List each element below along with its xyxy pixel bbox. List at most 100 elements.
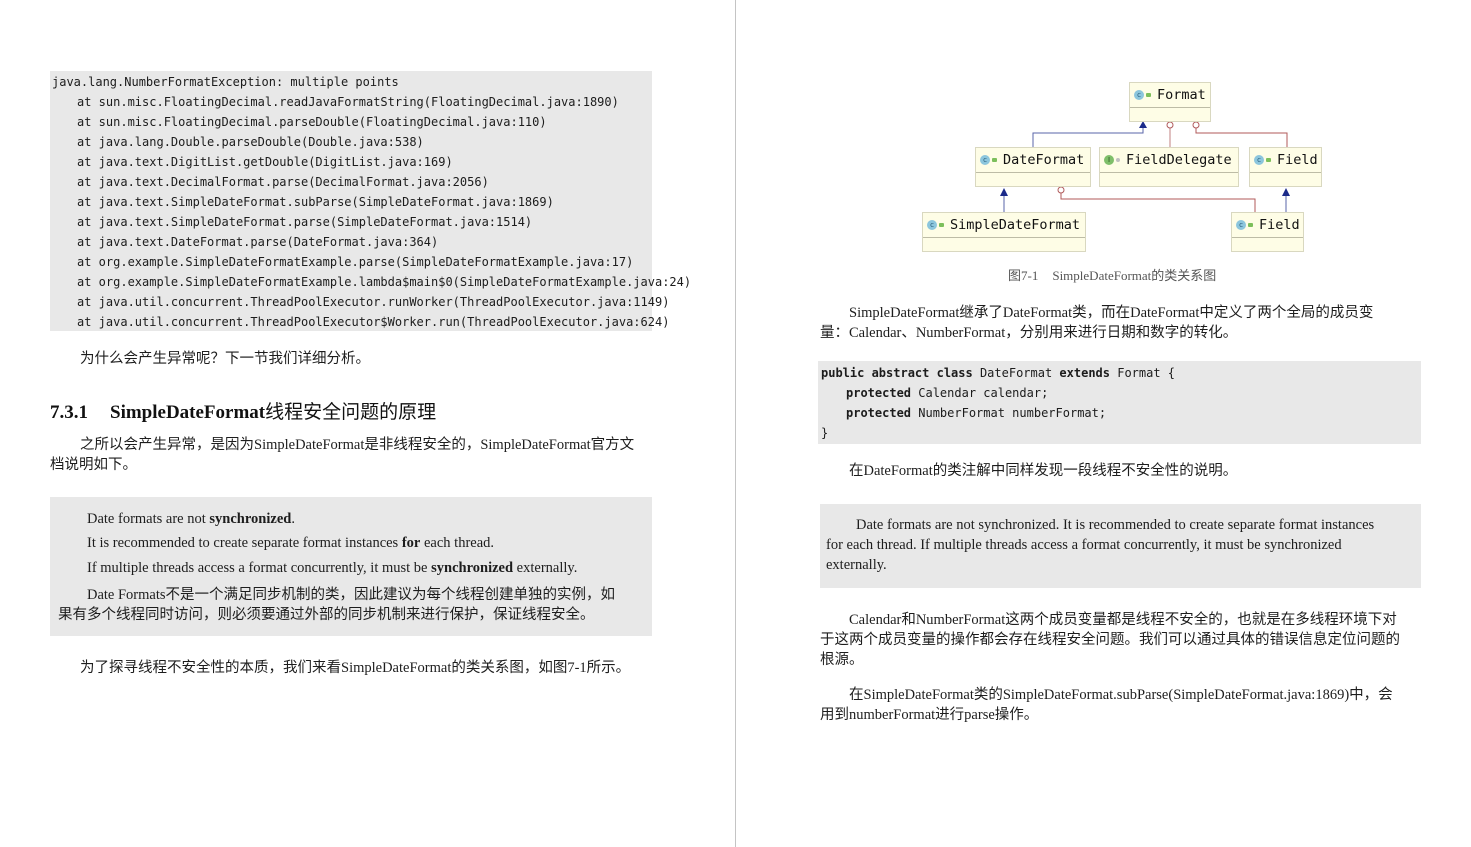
- stack-frame: at org.example.SimpleDateFormatExample.l…: [77, 275, 692, 289]
- quote-text: It is recommended to create separate for…: [87, 535, 402, 551]
- inherit-line-dateformat-format: [1032, 125, 1144, 147]
- uml-class-field-bottom: c Field: [1231, 212, 1304, 252]
- code-text: Format {: [1110, 366, 1176, 380]
- inherit-arrow-field: [1282, 188, 1290, 196]
- code-text: NumberFormat numberFormat;: [911, 406, 1107, 420]
- official-doc-quote: Date formats are not synchronized. It is…: [50, 497, 652, 636]
- dateformat-doc-quote: Date formats are not synchronized. It is…: [820, 504, 1421, 588]
- paragraph-explore: 为了探寻线程不安全性的本质，我们来看SimpleDateFormat的类关系图，…: [80, 660, 631, 676]
- stack-frame: at java.text.DateFormat.parse(DateFormat…: [77, 235, 439, 249]
- inner-line-field-top: [1195, 128, 1288, 147]
- class-name: DateFormat: [1003, 152, 1085, 168]
- quote-cn-line-2: 果有多个线程同时访问，则必须要通过外部的同步机制来进行保护，保证线程安全。: [58, 607, 595, 623]
- class-icon: c: [1236, 220, 1246, 230]
- quote-line-2: It is recommended to create separate for…: [87, 535, 494, 552]
- uml-class-simpledateformat: c SimpleDateFormat: [922, 212, 1086, 252]
- quote-line-1: Date formats are not synchronized.: [87, 511, 295, 528]
- stack-frame: at sun.misc.FloatingDecimal.parseDouble(…: [77, 115, 547, 129]
- paragraph-members-line-3: 根源。: [820, 652, 864, 668]
- dateformat-code-block: public abstract class DateFormat extends…: [818, 361, 1421, 444]
- leaf-icon: [992, 158, 997, 162]
- uml-interface-fielddelegate: I FieldDelegate: [1099, 147, 1239, 187]
- paragraph-members-line-2: 于这两个成员变量的操作都会存在线程安全问题。我们可以通过具体的错误信息定位问题的: [820, 632, 1400, 648]
- inherit-arrow-format: [1139, 121, 1147, 128]
- paragraph-annotation: 在DateFormat的类注解中同样发现一段线程不安全性的说明。: [849, 463, 1238, 479]
- code-text: DateFormat: [972, 366, 1060, 380]
- quote-bold: for: [401, 535, 421, 551]
- code-line: public abstract class DateFormat extends…: [818, 363, 1421, 383]
- quote-line-2: for each thread. If multiple threads acc…: [826, 537, 1342, 553]
- quote-line-3: If multiple threads access a format conc…: [87, 560, 577, 577]
- stack-frame: at sun.misc.FloatingDecimal.readJavaForm…: [77, 95, 619, 109]
- class-diagram: c Format c DateFormat I FieldDelegate c Fiel…: [736, 0, 1471, 290]
- stack-frame: at java.util.concurrent.ThreadPoolExecut…: [77, 295, 670, 309]
- left-page: java.lang.NumberFormatException: multipl…: [0, 0, 735, 847]
- inherit-arrow-dateformat: [1000, 188, 1008, 196]
- leaf-icon: [1266, 158, 1271, 162]
- stack-frame: at java.text.SimpleDateFormat.subParse(S…: [77, 195, 554, 209]
- paragraph-subparse-line-2: 用到numberFormat进行parse操作。: [820, 707, 1039, 723]
- right-page: c Format c DateFormat I FieldDelegate c Fiel…: [736, 0, 1471, 847]
- quote-bold: synchronized: [431, 560, 514, 576]
- quote-line-1: Date formats are not synchronized. It is…: [856, 517, 1375, 533]
- section-heading: 7.3.1 SimpleDateFormat线程安全问题的原理: [50, 397, 436, 424]
- class-name: FieldDelegate: [1126, 152, 1232, 168]
- code-keyword: protected: [846, 406, 912, 420]
- stack-frame: at java.util.concurrent.ThreadPoolExecut…: [77, 315, 670, 329]
- class-name: Field: [1259, 217, 1300, 233]
- class-icon: c: [927, 220, 937, 230]
- class-icon: c: [1254, 155, 1264, 165]
- quote-line-3: externally.: [826, 557, 887, 573]
- class-icon: c: [980, 155, 990, 165]
- paragraph-inherit-line-2: 量：Calendar、NumberFormat，分别用来进行日期和数字的转化。: [820, 325, 1238, 341]
- quote-bold: synchronized: [209, 511, 292, 527]
- stack-frame: at java.text.SimpleDateFormat.parse(Simp…: [77, 215, 533, 229]
- stack-frame: at org.example.SimpleDateFormatExample.p…: [77, 255, 634, 269]
- leaf-icon: [1146, 93, 1151, 97]
- interface-icon: I: [1104, 155, 1114, 165]
- caption-text: SimpleDateFormat的类关系图: [1052, 268, 1217, 283]
- uml-class-dateformat: c DateFormat: [975, 147, 1091, 187]
- stack-trace-block: java.lang.NumberFormatException: multipl…: [50, 71, 692, 331]
- paragraph-subparse-line-1: 在SimpleDateFormat类的SimpleDateFormat.subP…: [849, 687, 1393, 703]
- code-text: Calendar calendar;: [911, 386, 1049, 400]
- inner-marker: [1166, 121, 1174, 129]
- quote-text: If multiple threads access a format conc…: [87, 560, 432, 576]
- class-name: SimpleDateFormat: [950, 217, 1081, 233]
- inner-marker: [1192, 121, 1200, 129]
- uml-class-format: c Format: [1129, 82, 1211, 122]
- stack-frame: at java.text.DecimalFormat.parse(Decimal…: [77, 175, 489, 189]
- code-line: protected NumberFormat numberFormat;: [818, 403, 1421, 423]
- uml-class-field-top: c Field: [1249, 147, 1322, 187]
- quote-text: .: [291, 511, 295, 527]
- paragraph-why: 为什么会产生异常呢？下一节我们详细分析。: [80, 351, 370, 367]
- quote-cn-line-1: Date Formats不是一个满足同步机制的类，因此建议为每个线程创建单独的实…: [87, 587, 616, 603]
- section-title-cn: 线程安全问题的原理: [265, 402, 437, 423]
- section-number: 7.3.1: [50, 402, 88, 423]
- quote-text: Date formats are not: [87, 511, 210, 527]
- paragraph-reason: 之所以会产生异常，是因为SimpleDateFormat是非线程安全的，Simp…: [50, 437, 635, 473]
- section-title-en: SimpleDateFormat: [110, 402, 266, 423]
- diagram-connectors: [1000, 121, 1290, 212]
- paragraph-members-line-1: Calendar和NumberFormat这两个成员变量都是线程不安全的，也就是…: [849, 612, 1397, 628]
- stack-frame: at java.text.DigitList.getDouble(DigitLi…: [77, 155, 453, 169]
- leaf-icon: [1248, 223, 1253, 227]
- quote-text: externally.: [513, 560, 578, 576]
- code-keyword: protected: [846, 386, 912, 400]
- code-keyword: extends: [1059, 366, 1110, 380]
- code-keyword: public abstract class: [821, 366, 973, 380]
- class-name: Format: [1157, 87, 1206, 103]
- class-icon: c: [1134, 90, 1144, 100]
- figure-caption: 图7-1 SimpleDateFormat的类关系图: [1008, 265, 1216, 284]
- paragraph-inherit-line-1: SimpleDateFormat继承了DateFormat类，而在DateFor…: [849, 305, 1374, 321]
- stack-trace-exception: java.lang.NumberFormatException: multipl…: [52, 75, 399, 89]
- inner-marker: [1057, 186, 1065, 194]
- stack-frame: at java.lang.Double.parseDouble(Double.j…: [77, 135, 424, 149]
- quote-text: each thread.: [420, 535, 495, 551]
- inner-line-field-bottom: [1060, 193, 1256, 212]
- code-line: protected Calendar calendar;: [818, 383, 1421, 403]
- code-line: }: [821, 426, 829, 440]
- leaf-icon: [939, 223, 944, 227]
- leaf-icon: [1116, 158, 1120, 162]
- caption-number: 图7-1: [1008, 268, 1039, 283]
